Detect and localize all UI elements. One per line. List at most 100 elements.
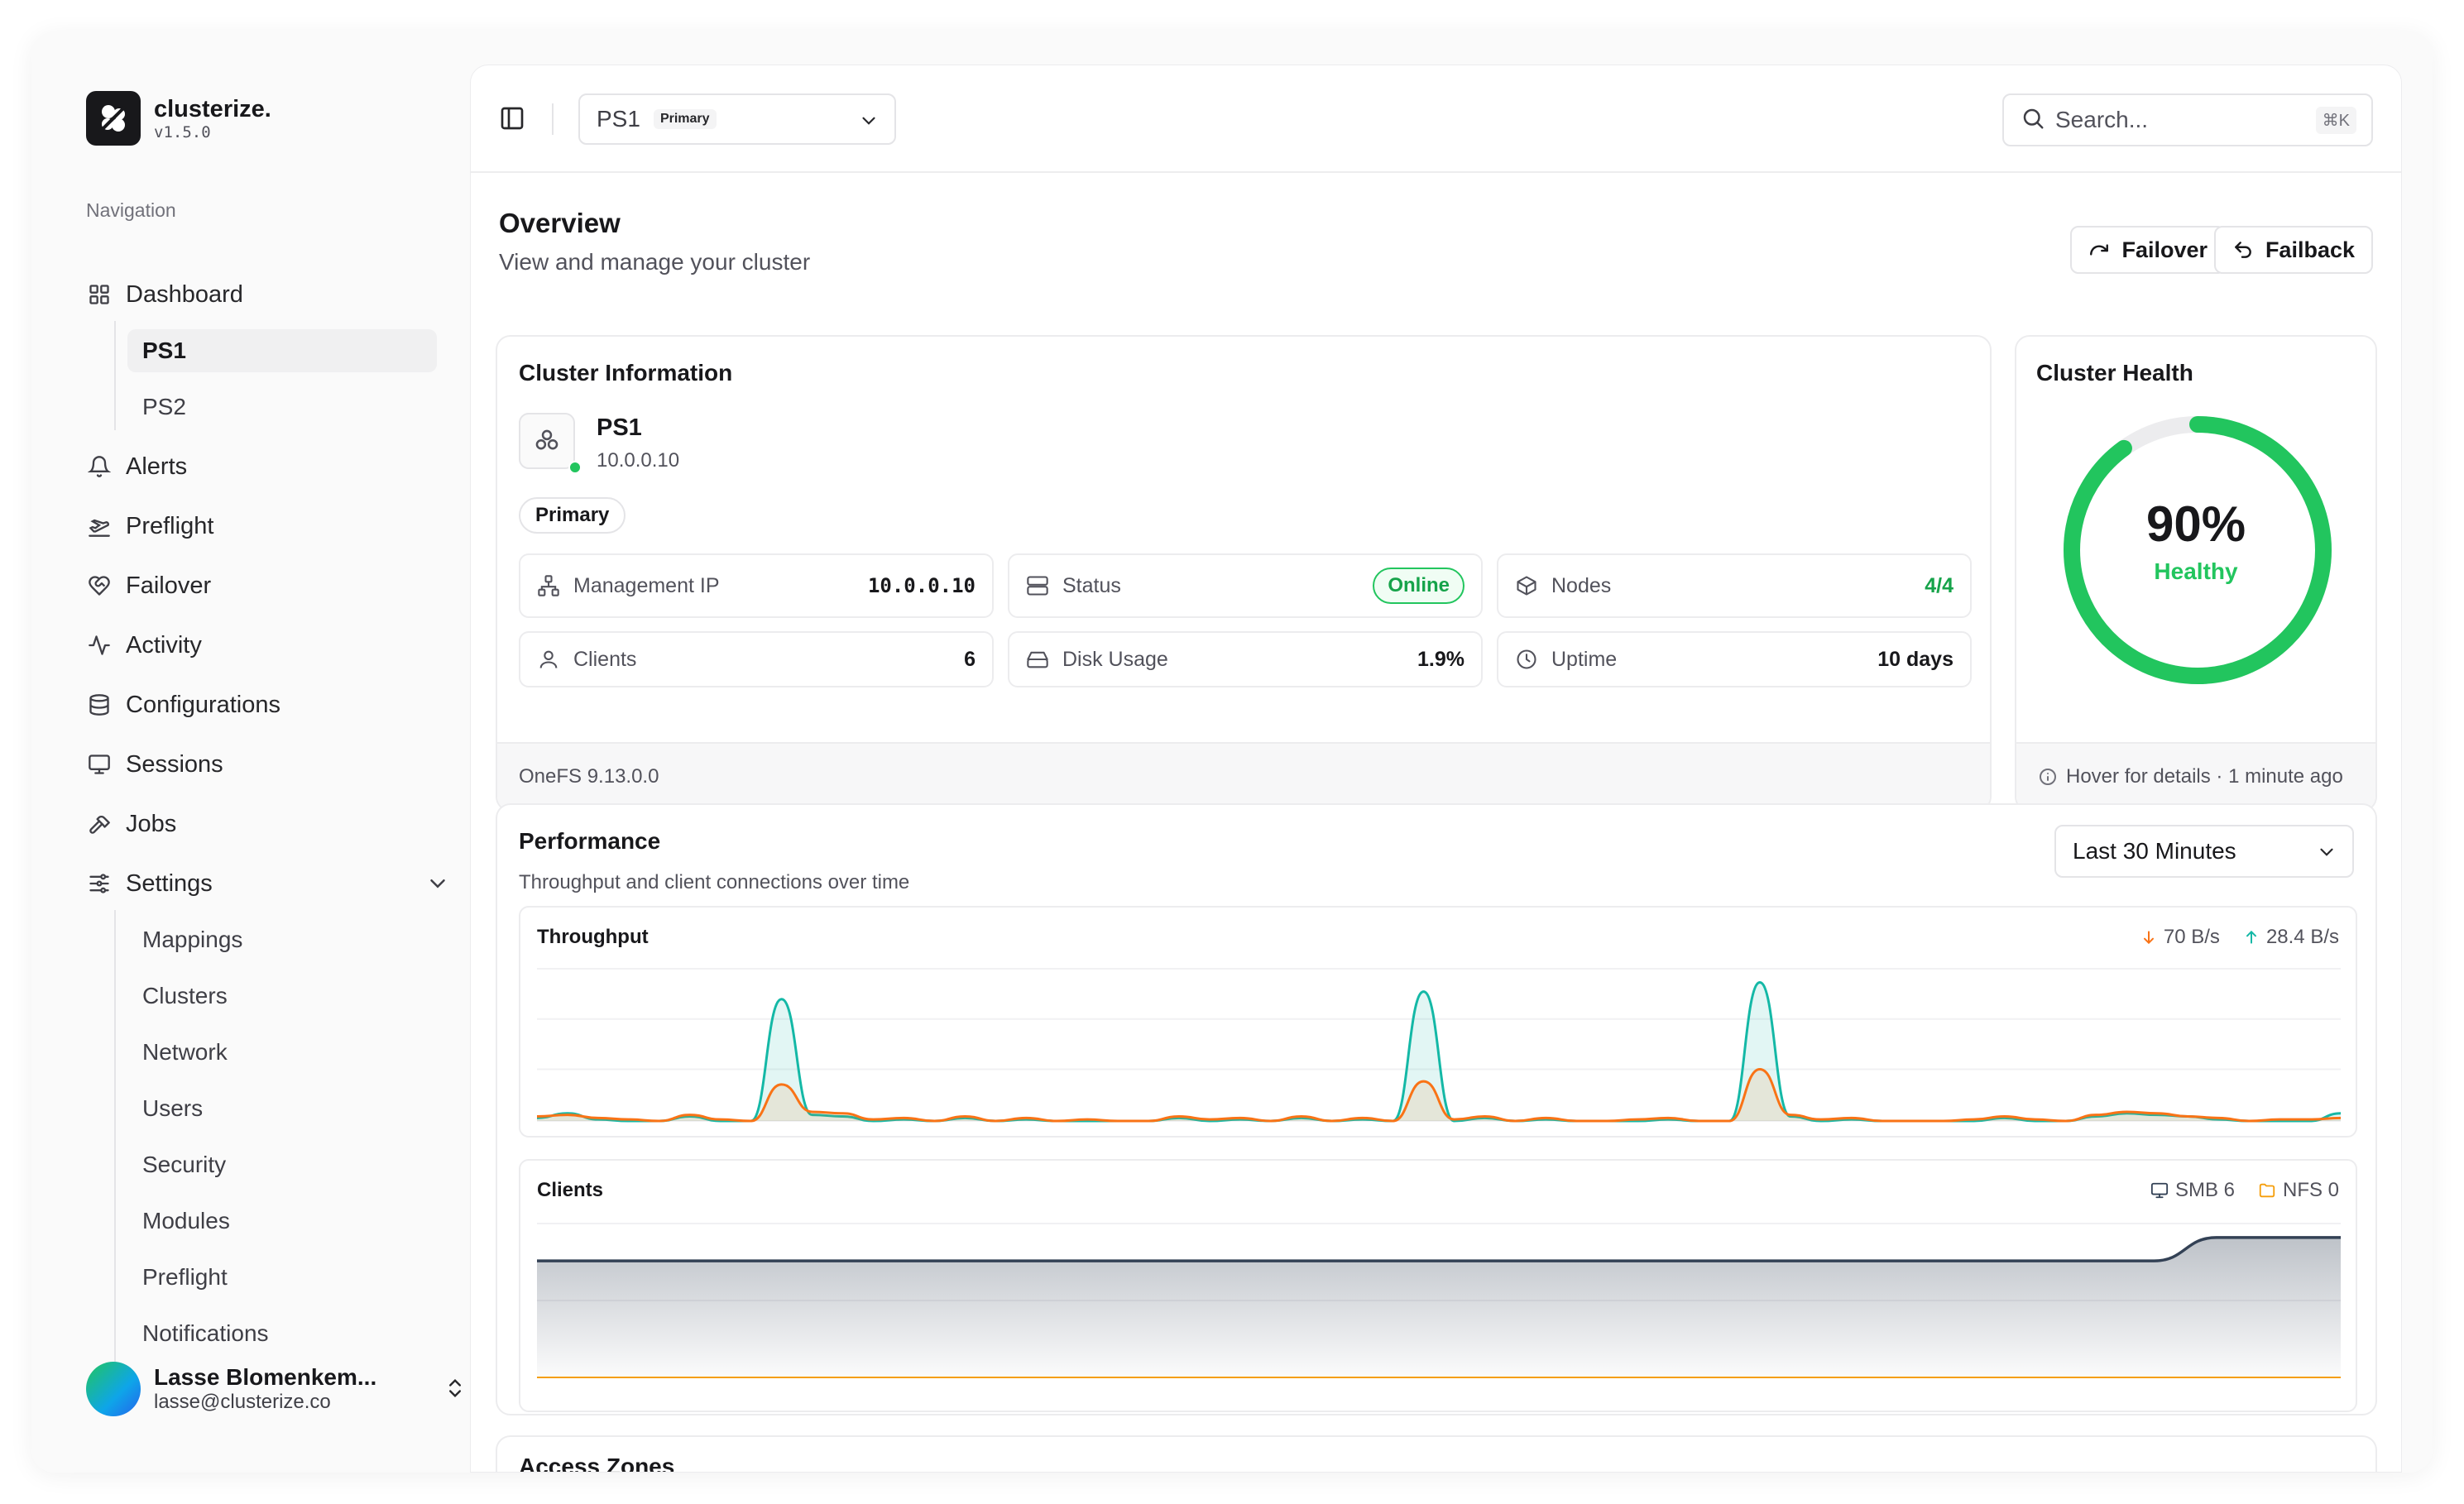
sidebar-item-dashboard[interactable]: Dashboard	[86, 273, 450, 316]
arrow-down-icon	[2140, 929, 2157, 946]
bell-icon	[86, 453, 113, 480]
sidebar-toggle-icon[interactable]	[499, 105, 525, 136]
sidebar-item-sessions[interactable]: Sessions	[86, 743, 450, 786]
stat-label: Uptime	[1551, 647, 1618, 671]
failover-button[interactable]: Failover	[2070, 226, 2226, 274]
sidebar-item-settings[interactable]: Settings	[86, 862, 450, 905]
sidebar-item-label: Preflight	[126, 512, 214, 539]
sidebar-item-configurations[interactable]: Configurations	[86, 683, 450, 726]
hammer-icon	[86, 811, 113, 837]
layout-grid-icon	[86, 281, 113, 308]
clients-smb-series	[537, 1236, 2341, 1262]
stat-disk-usage: Disk Usage 1.9%	[1008, 631, 1483, 687]
health-footer: Hover for details · 1 minute ago	[2016, 742, 2375, 810]
card-title: Access Zones	[519, 1454, 675, 1473]
sidebar-item-preflight[interactable]: Preflight	[86, 505, 450, 548]
sidebar-subitem-clusters[interactable]: Clusters	[127, 975, 437, 1018]
avatar	[86, 1362, 141, 1416]
sidebar-subitem-ps2[interactable]: PS2	[127, 386, 437, 429]
clients-legend: SMB 6 NFS 0	[2127, 1179, 2339, 1202]
throughput-plot	[537, 968, 2341, 1123]
sliders-icon	[86, 870, 113, 897]
sidebar-subitem-users[interactable]: Users	[127, 1087, 437, 1130]
sidebar-item-alerts[interactable]: Alerts	[86, 445, 450, 488]
cluster-select-name: PS1	[597, 106, 640, 132]
stat-value: 10 days	[1877, 647, 1953, 671]
stat-label: Disk Usage	[1062, 647, 1168, 671]
stat-label: Management IP	[573, 573, 720, 597]
sidebar-subitem-modules[interactable]: Modules	[127, 1200, 437, 1243]
nav-heading: Navigation	[86, 199, 176, 221]
failover-button-label: Failover	[2121, 237, 2208, 262]
sidebar-subitem-security[interactable]: Security	[127, 1143, 437, 1186]
sidebar-item-failover[interactable]: Failover	[86, 564, 450, 607]
health-percent: 90%	[2145, 496, 2246, 552]
card-title: Cluster Health	[2036, 360, 2193, 386]
stat-status: Status Online	[1008, 553, 1483, 618]
sidebar-subitem-ps1[interactable]: PS1	[127, 329, 437, 372]
topbar: PS1 Primary ⌘K	[471, 65, 2401, 173]
failback-button[interactable]: Failback	[2213, 226, 2373, 274]
subnav-line	[114, 910, 116, 1362]
sidebar-item-jobs[interactable]: Jobs	[86, 802, 450, 845]
brand-version: v1.5.0	[154, 123, 211, 141]
status-badge: Online	[1373, 568, 1464, 604]
chevrons-up-down-icon	[443, 1377, 467, 1404]
activity-icon	[86, 632, 113, 659]
sidebar-item-label: Alerts	[126, 453, 188, 480]
sidebar-item-label: Settings	[126, 869, 213, 897]
network-icon	[537, 574, 560, 597]
sidebar-item-activity[interactable]: Activity	[86, 624, 450, 667]
clusterize-logo-icon	[86, 91, 141, 146]
cluster-ip: 10.0.0.10	[597, 449, 680, 472]
search-input[interactable]	[2055, 107, 2303, 133]
sidebar-subitem-network[interactable]: Network	[127, 1031, 437, 1074]
clock-icon	[1515, 648, 1538, 671]
cluster-select[interactable]: PS1 Primary	[578, 93, 896, 145]
divider	[552, 103, 554, 135]
chevron-down-icon	[858, 110, 880, 136]
time-range-select[interactable]: Last 30 Minutes	[2054, 825, 2354, 878]
plane-takeoff-icon	[86, 513, 113, 539]
page-subtitle: View and manage your cluster	[499, 249, 811, 275]
access-zones-card: Access Zones	[496, 1435, 2377, 1473]
user-icon	[537, 648, 560, 671]
cluster-name: PS1	[597, 414, 642, 441]
stat-label: Nodes	[1551, 573, 1612, 597]
clients-plot	[537, 1223, 2341, 1378]
user-menu[interactable]: Lasse Blomenkem... lasse@clusterize.co	[86, 1360, 467, 1418]
cluster-health-card[interactable]: Cluster Health 90% Healthy Hover for det…	[2015, 335, 2377, 812]
performance-card: Performance Throughput and client connec…	[496, 803, 2377, 1415]
stat-value: 4/4	[1925, 573, 1953, 597]
user-email: lasse@clusterize.co	[154, 1391, 331, 1413]
legend-download-value: 70 B/s	[2163, 926, 2220, 948]
brand[interactable]: clusterize. v1.5.0	[86, 91, 271, 146]
clients-smb-area	[537, 1237, 2341, 1377]
sidebar-item-label: Jobs	[126, 810, 177, 837]
legend-download: 70 B/s	[2140, 926, 2220, 949]
throughput-legend: 70 B/s 28.4 B/s	[2117, 926, 2339, 949]
heart-handshake-icon	[86, 572, 113, 599]
monitor-icon	[2150, 1181, 2169, 1200]
chevron-down-icon	[2316, 841, 2337, 869]
stat-management-ip: Management IP 10.0.0.10	[519, 553, 994, 618]
chevron-down-icon[interactable]	[425, 871, 450, 896]
card-title: Cluster Information	[519, 360, 733, 386]
box-icon	[1515, 574, 1538, 597]
stat-value: 6	[964, 647, 976, 671]
subnav-line	[114, 321, 116, 430]
sidebar-subitem-preflight[interactable]: Preflight	[127, 1256, 437, 1299]
app-window: clusterize. v1.5.0 Navigation Dashboard …	[31, 31, 2433, 1473]
hard-drive-icon	[1026, 648, 1049, 671]
legend-smb-value: SMB 6	[2174, 1179, 2235, 1201]
user-name: Lasse Blomenkem...	[154, 1364, 377, 1390]
online-status-dot	[568, 461, 582, 474]
sidebar-item-label: Activity	[126, 631, 202, 659]
clients-chart: Clients SMB 6 NFS 0	[519, 1159, 2357, 1412]
sidebar-subitem-mappings[interactable]: Mappings	[127, 918, 437, 961]
search-box[interactable]: ⌘K	[2002, 93, 2373, 146]
brand-name: clusterize.	[154, 96, 271, 122]
database-icon	[86, 692, 113, 718]
sidebar-subitem-notifications[interactable]: Notifications	[127, 1312, 437, 1355]
page-title: Overview	[499, 208, 621, 238]
